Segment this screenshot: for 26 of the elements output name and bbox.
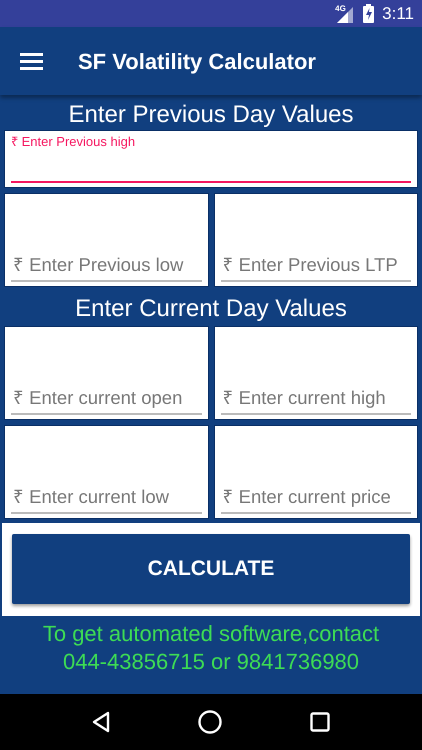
input-field[interactable]: ₹ Enter current low <box>11 483 202 514</box>
network-type: 4G <box>335 4 346 12</box>
text-field[interactable]: ₹ Enter Previous high <box>4 130 418 188</box>
section-heading: Enter Previous Day Values <box>67 100 355 130</box>
calculate-button[interactable]: CALCULATE <box>12 534 410 604</box>
contact-text: To get automated software,contact <box>42 620 380 648</box>
input-field[interactable]: ₹ Enter current open <box>11 384 202 415</box>
input-field[interactable]: ₹ Enter current high <box>220 384 411 415</box>
clock-time: 3:11 <box>382 2 414 25</box>
input-field[interactable]: ₹ Enter Previous LTP <box>220 251 411 282</box>
text-field[interactable]: ₹ Enter Previous LTP <box>214 193 418 287</box>
input-field[interactable]: ₹ Enter Previous low <box>11 251 202 282</box>
text-field[interactable]: ₹ Enter current high <box>214 326 418 420</box>
battery-charging-icon <box>363 4 374 23</box>
floating-label: ₹ Enter Previous high <box>11 133 136 151</box>
back-icon[interactable] <box>92 711 110 733</box>
text-field[interactable]: ₹ Enter Previous low <box>4 193 208 287</box>
home-icon[interactable] <box>198 710 222 734</box>
recents-icon[interactable] <box>310 712 330 732</box>
input-field[interactable]: ₹ Enter current price <box>220 483 411 514</box>
text-field[interactable]: ₹ Enter current price <box>214 425 418 519</box>
text-field[interactable]: ₹ Enter current open <box>4 326 208 420</box>
text-field[interactable]: ₹ Enter current low <box>4 425 208 519</box>
app-title: SF Volatility Calculator <box>78 48 316 76</box>
contact-text: 044-43856715 or 9841736980 <box>62 648 360 676</box>
section-heading: Enter Current Day Values <box>74 294 348 324</box>
